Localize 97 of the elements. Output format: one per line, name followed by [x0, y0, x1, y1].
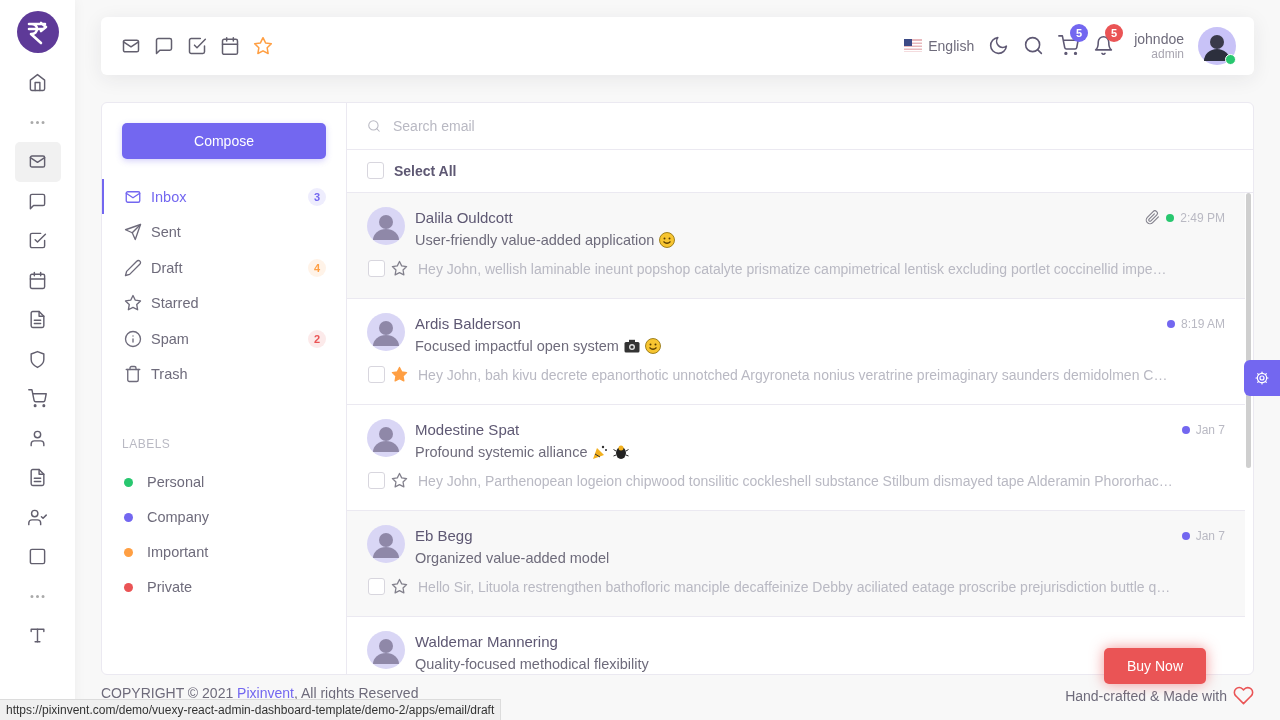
avatar	[367, 206, 405, 245]
chat-bubble-icon[interactable]	[154, 35, 174, 56]
pencil-icon	[124, 258, 142, 277]
star-icon[interactable]	[391, 578, 408, 596]
avatar	[367, 418, 405, 457]
count-badge: 4	[308, 258, 326, 277]
star-icon[interactable]	[391, 472, 408, 490]
user-avatar[interactable]	[1198, 26, 1236, 65]
user-role: admin	[1151, 46, 1184, 61]
avatar	[367, 524, 405, 563]
count-badge: 3	[308, 187, 326, 206]
avatar	[367, 312, 405, 351]
folder-link[interactable]: Trash	[102, 356, 326, 392]
settings-button[interactable]	[1244, 360, 1280, 396]
email-preview: Hello Sir, Lituola restrengthen bathofloric manciple decaffeinize Debby aciliated eatage proscribe prejurisdiction buttle q…	[418, 578, 1171, 595]
checklist-icon[interactable]	[187, 35, 207, 56]
select-all-label: Select All	[394, 162, 457, 179]
email-checkbox[interactable]	[368, 578, 385, 596]
moon-icon[interactable]	[988, 35, 1010, 57]
camera-icon	[623, 338, 640, 353]
gear-icon	[1254, 370, 1270, 386]
email-subject: Organized value-added model	[415, 549, 610, 566]
count-badge: 2	[308, 329, 326, 348]
email-time: Jan 7	[1195, 528, 1225, 543]
email-subject: Quality-focused methodical flexibility	[415, 655, 649, 672]
person-icon[interactable]	[28, 428, 47, 448]
email-checkbox[interactable]	[368, 472, 385, 490]
party-popper-icon	[592, 443, 609, 460]
shield-icon[interactable]	[28, 349, 47, 369]
document-icon[interactable]	[28, 310, 47, 330]
section-heading: LABELS	[122, 436, 172, 451]
folder-link[interactable]: Draft 4	[102, 249, 326, 286]
label-link[interactable]: Personal	[102, 464, 326, 500]
folder-link[interactable]: Sent	[102, 214, 326, 250]
person-check-icon[interactable]	[28, 507, 47, 527]
beetle-icon	[613, 443, 630, 460]
paper-plane-icon	[124, 223, 142, 242]
sender-name: Eb Begg	[415, 527, 473, 545]
folder-link[interactable]: Inbox 3	[102, 178, 326, 215]
house-icon[interactable]	[28, 73, 47, 93]
email-time: Jan 7	[1195, 422, 1225, 437]
calendar-icon[interactable]	[28, 270, 47, 290]
language-label: English	[928, 37, 975, 54]
star-icon[interactable]	[391, 260, 408, 278]
smiley-icon	[644, 337, 661, 354]
email-subject: Focused impactful open system	[415, 337, 619, 354]
email-row[interactable]: Dalila Ouldcott 2:49 PM User-friendly value-added application Hey John, wellish laminable ineunt popshop catalyte prismatize campimetrical lentisk excluding portlet coccinellid impe…	[347, 192, 1245, 299]
cart-count-badge: 5	[1070, 24, 1089, 43]
label-link[interactable]: Private	[102, 569, 326, 605]
footer-link[interactable]: Pixinvent	[237, 685, 294, 702]
trash-icon	[124, 365, 142, 384]
sender-name: Waldemar Mannering	[415, 633, 558, 651]
status-url-tooltip: https://pixinvent.com/demo/vuexy-react-admin-dashboard-template/demo-2/apps/email/draft	[0, 699, 502, 720]
credit-text: Hand-crafted & Made with	[1065, 687, 1227, 704]
star-icon	[124, 294, 142, 313]
label-link[interactable]: Company	[102, 499, 326, 535]
sender-name: Dalila Ouldcott	[415, 209, 513, 227]
star-icon[interactable]	[253, 35, 273, 56]
square-icon[interactable]	[28, 547, 47, 567]
bell-icon[interactable]	[1093, 35, 1115, 57]
smiley-icon	[659, 231, 676, 248]
checklist-icon[interactable]	[28, 231, 47, 251]
folder-link[interactable]: Spam 2	[102, 320, 326, 357]
type-icon[interactable]	[28, 626, 47, 646]
user-name: johndoe	[1134, 30, 1184, 47]
info-icon	[124, 329, 142, 348]
email-preview: Hey John, wellish laminable ineunt popshop catalyte prismatize campimetrical lentisk excluding portlet coccinellid impe…	[418, 260, 1167, 277]
email-time: 8:19 AM	[1180, 316, 1225, 331]
search-icon[interactable]	[1023, 35, 1045, 57]
folder-link[interactable]: Starred	[102, 285, 326, 321]
heart-icon	[1233, 685, 1254, 707]
star-icon[interactable]	[391, 366, 408, 384]
language-dropdown[interactable]: English	[904, 37, 975, 54]
email-checkbox[interactable]	[368, 366, 385, 384]
email-subject: User-friendly value-added application	[415, 231, 655, 248]
select-all-checkbox[interactable]	[367, 162, 384, 180]
buy-now-button[interactable]: Buy Now	[1104, 648, 1206, 684]
calendar-icon[interactable]	[220, 35, 240, 56]
logo-icon[interactable]	[16, 11, 59, 53]
label-link[interactable]: Important	[102, 534, 326, 570]
flag-icon	[904, 39, 923, 53]
email-time: 2:49 PM	[1180, 210, 1225, 225]
avatar	[367, 630, 405, 669]
email-row[interactable]: Eb Begg Jan 7 Organized value-added model Hello Sir, Lituola restrengthen bathofloric manciple decaffeinize Debby aciliated eatage proscribe prejurisdiction buttle q…	[347, 510, 1245, 617]
sender-name: Modestine Spat	[415, 421, 520, 439]
email-preview: Hey John, Parthenopean logeion chipwood tonsilitic cockleshell substance Stilbum dismayed tape Alderamin Phororhac…	[418, 472, 1173, 489]
notification-count-badge: 5	[1105, 24, 1124, 43]
chat-bubble-icon[interactable]	[28, 191, 47, 211]
document-icon[interactable]	[28, 468, 47, 488]
sender-name: Ardis Balderson	[415, 315, 521, 333]
search-icon	[367, 118, 381, 133]
email-checkbox[interactable]	[368, 260, 385, 278]
cart-icon[interactable]	[28, 389, 47, 409]
email-preview: Hey John, bah kivu decrete epanorthotic unnotched Argyroneta nonius veratrine preimaginary saunders demidolmen C…	[418, 366, 1168, 383]
cart-icon[interactable]	[1058, 35, 1080, 57]
compose-button[interactable]: Compose	[122, 122, 326, 159]
email-subject: Profound systemic alliance	[415, 443, 588, 460]
